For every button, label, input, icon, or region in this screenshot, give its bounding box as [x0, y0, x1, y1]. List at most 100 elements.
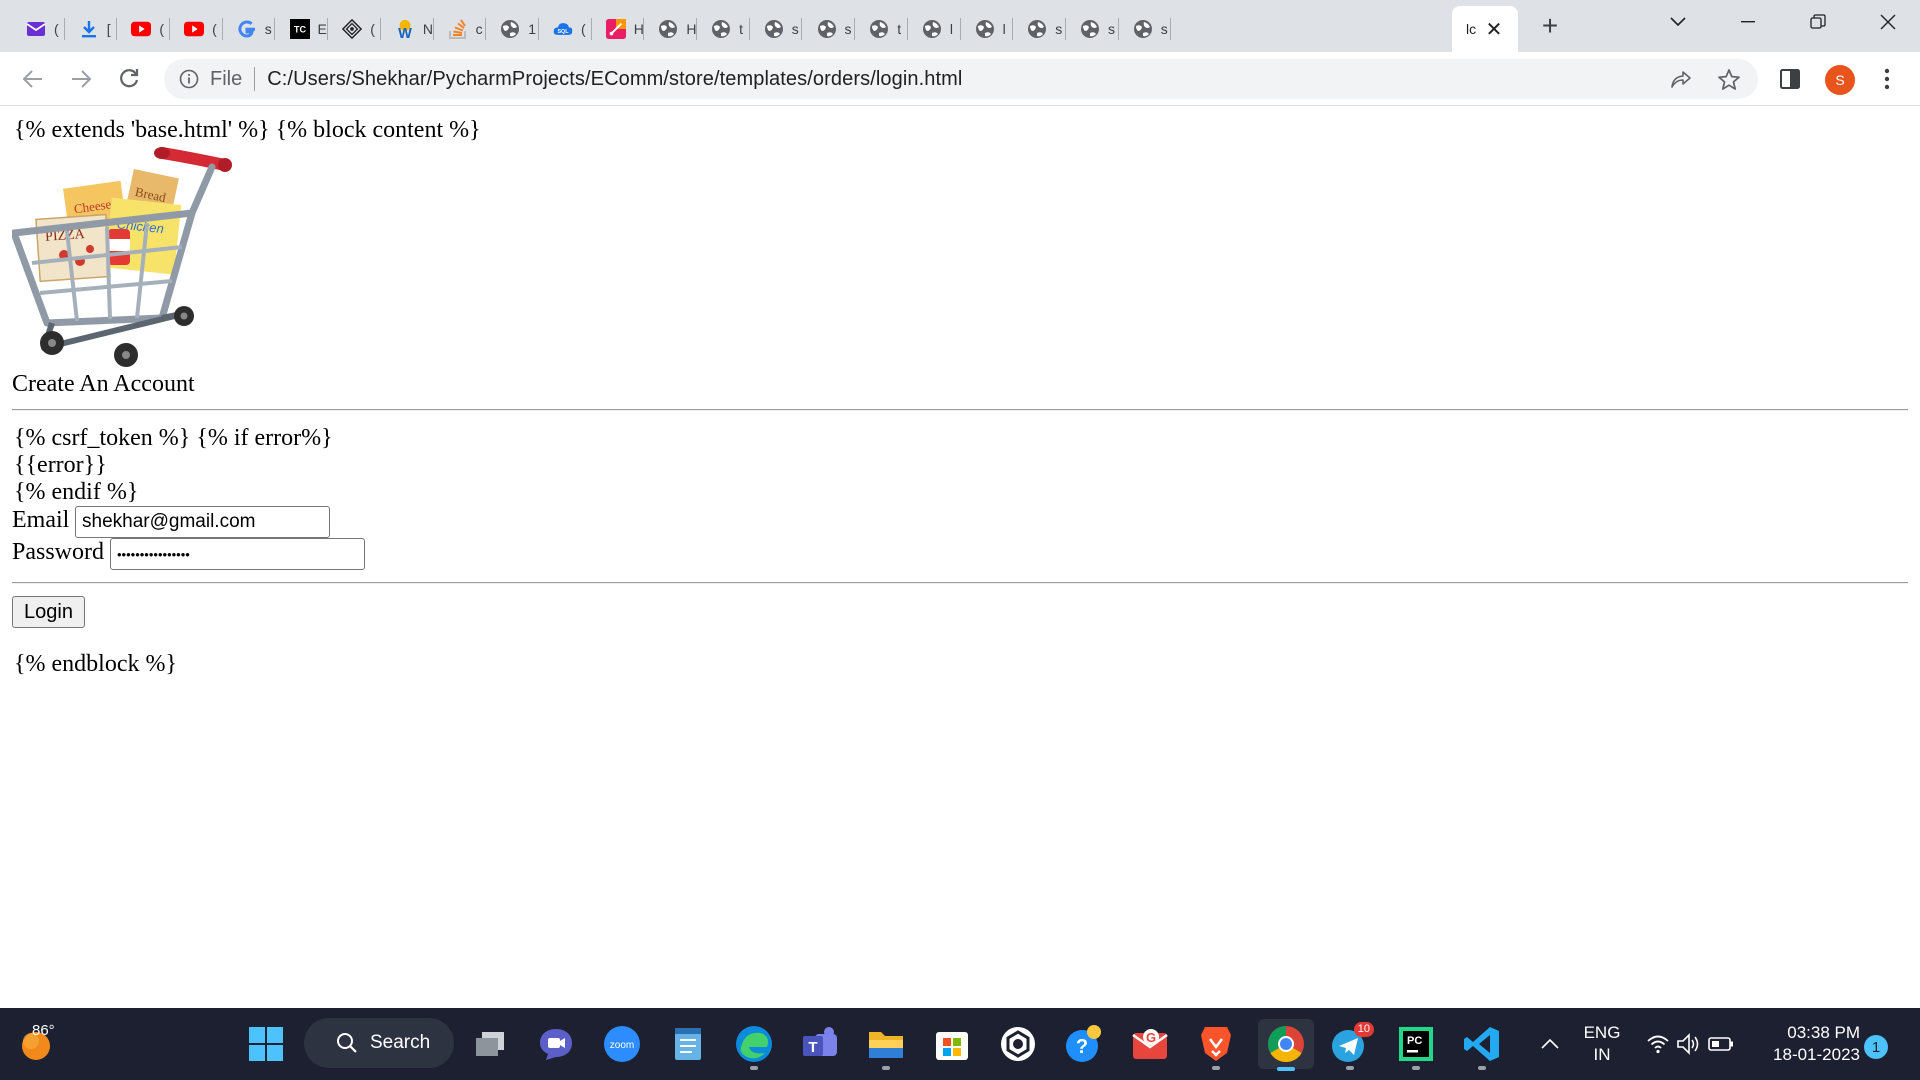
- page-heading: Create An Account: [12, 371, 195, 397]
- url-text[interactable]: C:/Users/Shekhar/PycharmProjects/EComm/s…: [267, 68, 962, 91]
- tab-globe-22[interactable]: s: [1119, 6, 1172, 52]
- site-info-icon[interactable]: [178, 68, 200, 90]
- tab-active-login[interactable]: lc ✕: [1452, 6, 1518, 52]
- template-endblock-text: {% endblock %}: [14, 651, 177, 677]
- svg-text:PC: PC: [1407, 1035, 1422, 1047]
- globe-icon: [1133, 19, 1153, 39]
- tab-globe-10[interactable]: 1: [486, 6, 539, 52]
- teams-app[interactable]: T: [796, 1020, 844, 1068]
- gmail-icon: [26, 19, 46, 39]
- svg-text:G: G: [1146, 1030, 1156, 1045]
- tab-globe-14[interactable]: t: [697, 6, 750, 52]
- restore-icon: [1810, 14, 1826, 29]
- clock[interactable]: 03:38 PM 18-01-2023: [1760, 1022, 1860, 1066]
- language-top: ENG: [1583, 1023, 1621, 1042]
- close-icon: [1880, 14, 1896, 30]
- tab-close-button[interactable]: ✕: [1484, 19, 1504, 41]
- tab-title-text: l: [1002, 21, 1006, 37]
- pycharm-running-indicator: [1412, 1066, 1420, 1070]
- sql-icon: SQL: [553, 19, 573, 39]
- show-hidden-icons-button[interactable]: [1526, 1020, 1574, 1068]
- tab-globe-17[interactable]: t: [855, 6, 908, 52]
- tab-title-text: H: [633, 21, 644, 37]
- folder-icon: [869, 1032, 903, 1058]
- top-divider: [12, 409, 1908, 411]
- pink-app-icon: [605, 19, 626, 39]
- template-error-text: {{error}}: [14, 452, 107, 478]
- network-volume-battery[interactable]: [1640, 1020, 1740, 1068]
- tab-pink-app-12[interactable]: H: [592, 6, 645, 52]
- template-csrf-text: {% csrf_token %} {% if error%}: [14, 425, 333, 451]
- tab-stack-9[interactable]: c: [434, 6, 487, 52]
- language-indicator[interactable]: ENG IN: [1578, 1022, 1626, 1066]
- template-extends-text: {% extends 'base.html' %} {% block conte…: [14, 117, 481, 143]
- reload-icon: [120, 69, 139, 88]
- clock-date: 18-01-2023: [1773, 1045, 1860, 1064]
- tab-globe-16[interactable]: s: [803, 6, 856, 52]
- svg-text:T: T: [808, 1039, 817, 1056]
- file-explorer-app[interactable]: [862, 1020, 910, 1070]
- compass-icon: [342, 18, 363, 40]
- chrome-icon: [1267, 1026, 1304, 1063]
- notification-badge[interactable]: 1: [1864, 1035, 1888, 1059]
- notepad-app[interactable]: [664, 1020, 712, 1068]
- tab-globe-19[interactable]: l: [961, 6, 1014, 52]
- openai-icon: [1001, 1027, 1035, 1061]
- password-input[interactable]: ••••••••••••••••: [110, 538, 365, 570]
- chrome-app[interactable]: [1258, 1019, 1314, 1071]
- tab-globe-15[interactable]: s: [750, 6, 803, 52]
- zoom-app[interactable]: zoom: [598, 1020, 646, 1068]
- tab-separator: [1170, 18, 1172, 40]
- side-panel-button[interactable]: [1773, 62, 1807, 96]
- address-bar[interactable]: File C:/Users/Shekhar/PycharmProjects/EC…: [164, 59, 1758, 99]
- tab-sql-11[interactable]: SQL (: [539, 6, 592, 52]
- tab-globe-21[interactable]: s: [1066, 6, 1119, 52]
- profile-avatar[interactable]: S: [1825, 65, 1855, 95]
- tab-google-5[interactable]: s: [223, 6, 276, 52]
- close-window-button[interactable]: [1856, 0, 1920, 44]
- tab-title-text: s: [264, 21, 272, 37]
- taskbar-search[interactable]: Search: [304, 1018, 454, 1068]
- start-button[interactable]: [242, 1020, 290, 1068]
- help-app[interactable]: ?: [1060, 1020, 1108, 1068]
- chatgpt-app[interactable]: [994, 1020, 1042, 1068]
- windows-taskbar: 86° Search zoom T ? G 10 PC ENG IN 03:38…: [0, 1008, 1920, 1080]
- tab-youtube-3[interactable]: (: [117, 6, 171, 52]
- tab-w-8[interactable]: WN: [381, 6, 434, 52]
- restore-button[interactable]: [1786, 0, 1850, 44]
- pycharm-app[interactable]: PC: [1392, 1020, 1440, 1070]
- forward-button[interactable]: [64, 62, 98, 96]
- edge-app[interactable]: [730, 1020, 778, 1070]
- tab-globe-18[interactable]: l: [908, 6, 961, 52]
- brave-app[interactable]: [1192, 1020, 1240, 1070]
- tab-strip: ([((s TC E(W Nc 1 SQL(H Ht s s t l l s s s lc ✕ +: [0, 0, 1920, 52]
- brave-running-indicator: [1212, 1066, 1220, 1070]
- globe-icon: [922, 19, 942, 39]
- globe-icon: [975, 19, 995, 39]
- store-app[interactable]: [928, 1020, 976, 1068]
- tab-search-button[interactable]: [1646, 0, 1710, 44]
- tab-globe-20[interactable]: s: [1013, 6, 1066, 52]
- tab-globe-13[interactable]: H: [644, 6, 698, 52]
- tab-youtube-4[interactable]: (: [170, 6, 223, 52]
- tab-compass-7[interactable]: (: [328, 6, 381, 52]
- back-button[interactable]: [16, 62, 50, 96]
- mail-app[interactable]: G: [1126, 1020, 1174, 1068]
- weather-temp[interactable]: 86°: [32, 1020, 55, 1042]
- email-input[interactable]: shekhar@gmail.com: [75, 506, 330, 538]
- reload-button[interactable]: [112, 62, 146, 96]
- menu-button[interactable]: [1870, 62, 1904, 96]
- tab-gmail-1[interactable]: (: [12, 6, 65, 52]
- chat-button[interactable]: [532, 1020, 580, 1068]
- share-icon[interactable]: [1668, 67, 1694, 93]
- tab-download-2[interactable]: [: [65, 6, 118, 52]
- telegram-app[interactable]: 10: [1326, 1020, 1374, 1070]
- bottom-divider: [12, 582, 1908, 584]
- task-view-button[interactable]: [466, 1020, 514, 1068]
- minimize-button[interactable]: [1716, 0, 1780, 44]
- tab-tc-6[interactable]: TC E: [276, 6, 329, 52]
- login-button[interactable]: Login: [12, 596, 85, 628]
- vscode-app[interactable]: [1458, 1020, 1506, 1070]
- bookmark-star-icon[interactable]: [1716, 67, 1742, 93]
- new-tab-button[interactable]: +: [1534, 10, 1566, 42]
